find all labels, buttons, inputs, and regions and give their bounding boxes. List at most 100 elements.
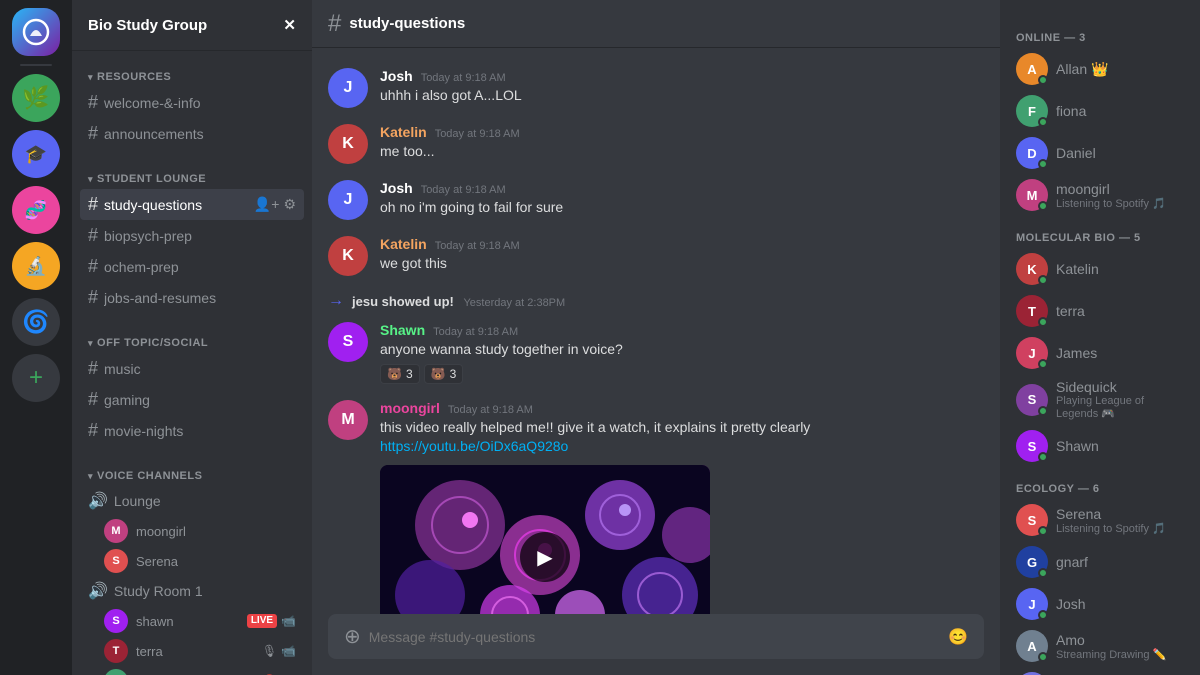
message-input[interactable] (369, 629, 940, 645)
server-icon-5[interactable]: 🔬 (12, 242, 60, 290)
message-author[interactable]: Katelin (380, 236, 427, 252)
status-dot (1038, 159, 1048, 169)
channel-biopsych-prep[interactable]: # biopsych-prep (80, 220, 304, 251)
member-info: Daniel (1056, 145, 1184, 161)
channel-welcome-info[interactable]: # welcome-&-info (80, 87, 304, 118)
server-icon-2[interactable]: 🌿 (12, 74, 60, 122)
voice-channel-lounge[interactable]: 🔊 Lounge (80, 486, 304, 516)
member-item-muffins[interactable]: M muffins (1008, 667, 1192, 675)
channel-label: movie-nights (104, 423, 296, 439)
message-author[interactable]: Shawn (380, 322, 425, 338)
avatar: A (1016, 630, 1048, 662)
reaction[interactable]: 🐻 3 (424, 364, 464, 384)
member-item-shawn[interactable]: S Shawn (1008, 425, 1192, 467)
members-sidebar: ONLINE — 3 A Allan 👑 F fiona D Daniel M (1000, 0, 1200, 675)
member-item-daniel[interactable]: D Daniel (1008, 132, 1192, 174)
channel-sidebar: Bio Study Group ✕ ▾ RESOURCES # welcome-… (72, 0, 312, 675)
channel-study-questions[interactable]: # study-questions 👤+ ⚙ (80, 189, 304, 220)
message-author[interactable]: moongirl (380, 400, 440, 416)
voice-member-serena[interactable]: S Serena (80, 546, 304, 576)
category-student-lounge[interactable]: ▾ STUDENT LOUNGE (80, 169, 304, 189)
server-icon-4[interactable]: 🧬 (12, 186, 60, 234)
member-item-terra[interactable]: T terra (1008, 290, 1192, 332)
member-item-gnarf[interactable]: G gnarf (1008, 541, 1192, 583)
channel-music[interactable]: # music (80, 353, 304, 384)
voice-member-shawn[interactable]: S shawn LIVE 📹 (80, 606, 304, 636)
live-badge: LIVE (247, 614, 277, 628)
collapse-arrow-icon: ▾ (88, 471, 93, 482)
reactions: 🐻 3 🐻 3 (380, 364, 984, 384)
channel-movie-nights[interactable]: # movie-nights (80, 415, 304, 446)
message-timestamp: Today at 9:18 AM (421, 184, 506, 196)
hash-icon: # (88, 92, 98, 113)
category-resources[interactable]: ▾ RESOURCES (80, 67, 304, 87)
play-button[interactable]: ▶ (520, 532, 570, 582)
reaction[interactable]: 🐻 3 (380, 364, 420, 384)
avatar: J (1016, 337, 1048, 369)
message-timestamp: Today at 9:18 AM (448, 404, 533, 416)
message-content: Katelin Today at 9:18 AM me too... (380, 124, 984, 164)
speaker-icon: 🔊 (88, 491, 108, 511)
message-author[interactable]: Josh (380, 180, 413, 196)
member-item-josh[interactable]: J Josh (1008, 583, 1192, 625)
channel-jobs-and-resumes[interactable]: # jobs-and-resumes (80, 282, 304, 313)
member-item-james[interactable]: J James (1008, 332, 1192, 374)
collapse-arrow-icon: ▾ (88, 338, 93, 349)
channel-label: music (104, 361, 296, 377)
member-info: moongirl Listening to Spotify 🎵 (1056, 181, 1184, 210)
member-name: Josh (1056, 596, 1184, 612)
category-voice-label: VOICE CHANNELS (97, 470, 202, 482)
system-username: jesu showed up! (352, 294, 454, 309)
avatar: S (104, 549, 128, 573)
member-item-katelin[interactable]: K Katelin (1008, 248, 1192, 290)
server-icon-main[interactable] (12, 8, 60, 56)
channel-announcements[interactable]: # announcements (80, 118, 304, 149)
member-item-amo[interactable]: A Amo Streaming Drawing ✏️ (1008, 625, 1192, 667)
voice-channel-study-room-1[interactable]: 🔊 Study Room 1 (80, 576, 304, 606)
voice-member-terra[interactable]: T terra 🎙 📹 (80, 636, 304, 666)
avatar: M (328, 400, 368, 440)
message-author[interactable]: Katelin (380, 124, 427, 140)
category-voice[interactable]: ▾ VOICE CHANNELS (80, 466, 304, 486)
video-link[interactable]: https://youtu.be/OiDx6aQ928o (380, 438, 568, 454)
message-author[interactable]: Josh (380, 68, 413, 84)
channel-gaming[interactable]: # gaming (80, 384, 304, 415)
add-server-button[interactable]: + (12, 354, 60, 402)
avatar: T (104, 639, 128, 663)
voice-member-fiona[interactable]: F fiona 🔇 📹 (80, 666, 304, 675)
message-content: Josh Today at 9:18 AM uhhh i also got A.… (380, 68, 984, 108)
main-content: # study-questions J Josh Today at 9:18 A… (312, 0, 1000, 675)
voice-member-moongirl[interactable]: M moongirl (80, 516, 304, 546)
member-item-moongirl[interactable]: M moongirl Listening to Spotify 🎵 (1008, 174, 1192, 216)
video-embed[interactable]: ▶ (380, 465, 710, 614)
server-icon-6[interactable]: 🌀 (12, 298, 60, 346)
member-item-allan[interactable]: A Allan 👑 (1008, 48, 1192, 90)
hash-icon: # (328, 10, 341, 38)
status-dot (1038, 652, 1048, 662)
member-item-fiona[interactable]: F fiona (1008, 90, 1192, 132)
message-text: anyone wanna study together in voice? (380, 340, 984, 360)
member-item-sidequick[interactable]: S Sidequick Playing League of Legends 🎮 (1008, 374, 1192, 425)
mute-icon: 🎙 (262, 644, 277, 658)
avatar: J (328, 68, 368, 108)
member-name: fiona (1056, 103, 1184, 119)
channel-ochem-prep[interactable]: # ochem-prep (80, 251, 304, 282)
add-member-icon[interactable]: 👤+ (254, 196, 280, 213)
hash-icon: # (88, 358, 98, 379)
emoji-icon[interactable]: 😊 (948, 627, 968, 647)
member-item-serena[interactable]: S Serena Listening to Spotify 🎵 (1008, 499, 1192, 541)
chat-header: # study-questions (312, 0, 1000, 48)
channel-label: study-questions (104, 197, 248, 213)
video-icon: 📹 (281, 644, 296, 658)
server-header[interactable]: Bio Study Group ✕ (72, 0, 312, 51)
plus-icon[interactable]: ⊕ (344, 624, 361, 649)
message-timestamp: Today at 9:18 AM (435, 128, 520, 140)
chevron-down-icon: ✕ (283, 16, 296, 34)
video-thumbnail: ▶ (380, 465, 710, 614)
settings-icon[interactable]: ⚙ (283, 196, 296, 213)
reaction-count: 3 (450, 367, 457, 381)
avatar: D (1016, 137, 1048, 169)
server-icon-3[interactable]: 🎓 (12, 130, 60, 178)
hash-icon: # (88, 287, 98, 308)
category-off-topic[interactable]: ▾ OFF TOPIC/SOCIAL (80, 333, 304, 353)
